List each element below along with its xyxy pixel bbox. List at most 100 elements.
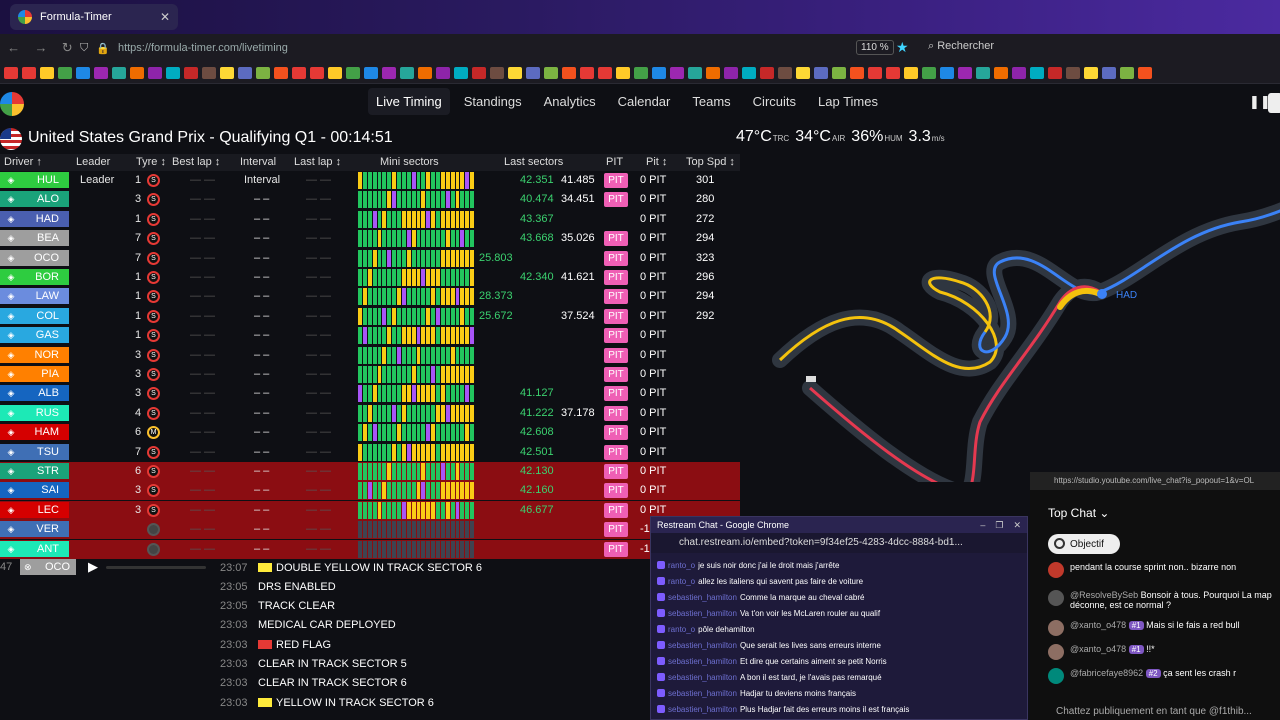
driver-badge[interactable]: ◈ RUS — [0, 404, 69, 421]
column-header[interactable]: Interval — [240, 156, 276, 168]
driver-badge[interactable]: ◈ ALB — [0, 385, 69, 402]
bookmark-icon[interactable] — [742, 66, 756, 79]
table-row[interactable]: ◈ HAM 6 M — — – – — — 42.608 PIT 0 PIT — [0, 423, 740, 442]
bookmark-icon[interactable] — [166, 66, 180, 79]
driver-badge[interactable]: ◈ TSU — [0, 443, 69, 460]
bookmark-icon[interactable] — [94, 66, 108, 79]
car-marker[interactable] — [1097, 289, 1107, 299]
bookmark-icon[interactable] — [382, 66, 396, 79]
forward-icon[interactable]: → — [35, 40, 48, 56]
bookmark-icon[interactable] — [922, 66, 936, 79]
nav-item[interactable]: Circuits — [745, 88, 804, 115]
bookmark-icon[interactable] — [778, 66, 792, 79]
table-row[interactable]: ◈ RUS 4 S — — – – — — 41.222 37.178 PIT 0 PIT — [0, 404, 740, 423]
bookmark-icon[interactable] — [148, 66, 162, 79]
driver-badge[interactable]: ◈ COL — [0, 307, 69, 324]
bookmark-star-icon[interactable]: ★ — [896, 39, 909, 56]
top-chat-dropdown[interactable]: Top Chat ⌄ — [1048, 506, 1109, 520]
bookmark-icon[interactable] — [112, 66, 126, 79]
bookmark-icon[interactable] — [436, 66, 450, 79]
bookmark-icon[interactable] — [58, 66, 72, 79]
yt-url[interactable]: https://studio.youtube.com/live_chat?is_… — [1030, 472, 1280, 490]
table-row[interactable]: ◈ STR 6 S — — – – — — 42.130 PIT 0 PIT — [0, 462, 740, 481]
driver-badge[interactable]: ◈ PIA — [0, 366, 69, 382]
table-row[interactable]: ◈ LAW 1 S — — – – — — 28.373 PIT 0 PIT 294 — [0, 287, 740, 306]
bookmark-icon[interactable] — [130, 66, 144, 79]
column-header[interactable]: Pit ↕ — [646, 156, 667, 168]
bookmark-icon[interactable] — [706, 66, 720, 79]
bookmark-icon[interactable] — [634, 66, 648, 79]
table-row[interactable]: ◈ NOR 3 S — — – – — — PIT 0 PIT — [0, 346, 740, 365]
bookmark-icon[interactable] — [1012, 66, 1026, 79]
bookmark-icon[interactable] — [328, 66, 342, 79]
reload-icon[interactable]: ↻ — [62, 40, 73, 56]
play-icon[interactable]: ▶ — [88, 559, 98, 575]
bookmark-icon[interactable] — [1066, 66, 1080, 79]
lock-icon[interactable]: 🔒 — [96, 42, 110, 55]
driver-badge[interactable]: ◈ NOR — [0, 346, 69, 363]
column-header[interactable]: Top Spd ↕ — [686, 156, 735, 168]
replay-driver-box[interactable]: ⊗ OCO — [20, 559, 76, 575]
table-row[interactable]: ◈ VER — — – – — — PIT -1 — [0, 520, 740, 540]
bookmark-icon[interactable] — [598, 66, 612, 79]
table-row[interactable]: ◈ OCO 7 S — — – – — — 25.803 PIT 0 PIT 323 — [0, 249, 740, 268]
objective-button[interactable]: Objectif — [1048, 534, 1120, 554]
bookmark-icon[interactable] — [490, 66, 504, 79]
column-header[interactable]: Last sectors — [504, 156, 563, 168]
driver-badge[interactable]: ◈ GAS — [0, 327, 69, 344]
bookmark-icon[interactable] — [994, 66, 1008, 79]
column-header[interactable]: Leader — [76, 156, 110, 168]
app-logo-icon[interactable] — [0, 92, 24, 116]
bookmark-icon[interactable] — [40, 66, 54, 79]
table-row[interactable]: ◈ ANT — — – – — — PIT -1 — [0, 539, 740, 559]
shield-icon[interactable]: ⛉ — [80, 42, 88, 55]
driver-badge[interactable]: ◈ VER — [0, 521, 69, 538]
bookmark-icon[interactable] — [1120, 66, 1134, 79]
table-row[interactable]: ◈ SAI 3 S — — – – — — 42.160 PIT 0 PIT — [0, 481, 740, 501]
bookmark-icon[interactable] — [472, 66, 486, 79]
bookmark-icon[interactable] — [454, 66, 468, 79]
url-text[interactable]: https://formula-timer.com/livetiming — [118, 42, 288, 54]
chat-input[interactable]: Chattez publiquement en tant que @f1thib… — [1056, 706, 1252, 717]
bookmark-icon[interactable] — [580, 66, 594, 79]
bookmark-icon[interactable] — [886, 66, 900, 79]
bookmark-icon[interactable] — [310, 66, 324, 79]
table-row[interactable]: ◈ ALB 3 S — — – – — — 41.127 PIT 0 PIT — [0, 384, 740, 403]
bookmark-icon[interactable] — [1084, 66, 1098, 79]
table-row[interactable]: ◈ BEA 7 S — — – – — — 43.668 35.026 PIT 0 PIT 294 — [0, 229, 740, 248]
column-header[interactable]: Mini sectors — [380, 156, 439, 168]
table-row[interactable]: ◈ LEC 3 S — — – – — — 46.677 PIT 0 PIT — [0, 500, 740, 520]
driver-badge[interactable]: ◈ BOR — [0, 269, 69, 285]
bookmark-icon[interactable] — [724, 66, 738, 79]
column-header[interactable]: Tyre ↕ — [136, 156, 166, 168]
bookmark-icon[interactable] — [346, 66, 360, 79]
bookmark-icon[interactable] — [220, 66, 234, 79]
bookmark-icon[interactable] — [202, 66, 216, 79]
table-row[interactable]: ◈ GAS 1 S — — – – — — PIT 0 PIT — [0, 326, 740, 345]
bookmark-icon[interactable] — [760, 66, 774, 79]
column-header[interactable]: Last lap ↕ — [294, 156, 341, 168]
bookmark-icon[interactable] — [238, 66, 252, 79]
nav-item[interactable]: Standings — [456, 88, 530, 115]
bookmark-icon[interactable] — [904, 66, 918, 79]
table-row[interactable]: ◈ COL 1 S — — – – — — 25.672 37.524 PIT 0 PIT 292 — [0, 307, 740, 326]
replay-slider[interactable] — [106, 566, 206, 569]
bookmark-icon[interactable] — [616, 66, 630, 79]
table-row[interactable]: ◈ PIA 3 S — — – – — — PIT 0 PIT — [0, 365, 740, 384]
browser-tab[interactable]: Formula-Timer ✕ — [10, 4, 178, 30]
search-field[interactable]: ⌕ Rechercher — [928, 40, 994, 53]
close-icon[interactable]: ✕ — [1013, 520, 1021, 531]
driver-badge[interactable]: ◈ LEC — [0, 501, 69, 518]
bookmark-icon[interactable] — [814, 66, 828, 79]
driver-badge[interactable]: ◈ OCO — [0, 249, 69, 266]
bookmark-icon[interactable] — [184, 66, 198, 79]
bookmark-icon[interactable] — [292, 66, 306, 79]
bookmark-icon[interactable] — [940, 66, 954, 79]
bookmark-icon[interactable] — [526, 66, 540, 79]
column-header[interactable]: PIT — [606, 156, 623, 168]
driver-badge[interactable]: ◈ HAM — [0, 424, 69, 441]
table-row[interactable]: ◈ TSU 7 S — — – – — — 42.501 PIT 0 PIT — [0, 443, 740, 462]
nav-item[interactable]: Live Timing — [368, 88, 450, 115]
table-row[interactable]: ◈ HAD 1 S — — – – — — 43.367 0 PIT 272 — [0, 210, 740, 229]
bookmark-icon[interactable] — [76, 66, 90, 79]
